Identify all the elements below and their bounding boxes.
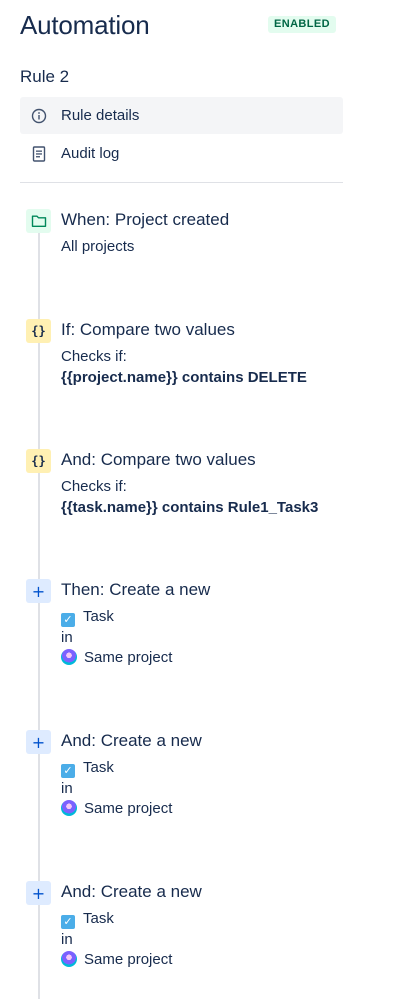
nav-item-audit-log[interactable]: Audit log	[20, 135, 343, 172]
project-avatar-icon	[61, 951, 77, 967]
issue-type-label: Task	[83, 608, 114, 625]
issue-type: ✓ Task	[61, 608, 114, 627]
preposition: in	[61, 931, 73, 948]
project-avatar-icon	[61, 800, 77, 816]
project-label: Same project	[84, 800, 173, 817]
folder-icon	[26, 209, 51, 233]
step-title: Then: Create a new	[61, 580, 211, 599]
braces-icon: {}	[26, 319, 51, 343]
preposition: in	[61, 780, 73, 797]
plus-icon: +	[26, 881, 51, 905]
project: Same project	[61, 649, 172, 666]
task-checkbox-icon: ✓	[61, 613, 75, 627]
nav-item-label: Rule details	[61, 107, 140, 124]
nav-item-rule-details[interactable]: Rule details	[20, 97, 343, 134]
issue-type-label: Task	[83, 759, 114, 776]
project-label: Same project	[84, 951, 173, 968]
condition-label: Checks if:	[61, 348, 127, 365]
condition-label: Checks if:	[61, 478, 127, 495]
step-title: When: Project created	[61, 210, 230, 229]
task-checkbox-icon: ✓	[61, 915, 75, 929]
divider	[20, 182, 343, 183]
preposition: in	[61, 629, 73, 646]
plus-icon: +	[26, 730, 51, 754]
project: Same project	[61, 951, 172, 968]
plus-icon: +	[26, 579, 51, 603]
issue-type: ✓ Task	[61, 759, 114, 778]
issue-type-label: Task	[83, 910, 114, 927]
issue-type: ✓ Task	[61, 910, 114, 929]
info-icon	[30, 107, 48, 125]
step-title: And: Compare two values	[61, 450, 256, 469]
nav-item-label: Audit log	[61, 145, 120, 162]
condition-expression: {{task.name}} contains Rule1_Task3	[61, 499, 319, 516]
braces-icon: {}	[26, 449, 51, 473]
rule-name: Rule 2	[20, 67, 70, 86]
status-badge: ENABLED	[268, 16, 336, 33]
step-title: And: Create a new	[61, 731, 202, 750]
project-label: Same project	[84, 649, 173, 666]
automation-panel: Automation ENABLED Rule 2 Rule details A…	[0, 0, 404, 999]
step-detail: All projects	[61, 238, 135, 255]
condition-expression: {{project.name}} contains DELETE	[61, 369, 307, 386]
document-icon	[30, 145, 48, 163]
step-title: And: Create a new	[61, 882, 202, 901]
page-title: Automation	[20, 10, 150, 40]
step-title: If: Compare two values	[61, 320, 235, 339]
task-checkbox-icon: ✓	[61, 764, 75, 778]
project: Same project	[61, 800, 172, 817]
project-avatar-icon	[61, 649, 77, 665]
